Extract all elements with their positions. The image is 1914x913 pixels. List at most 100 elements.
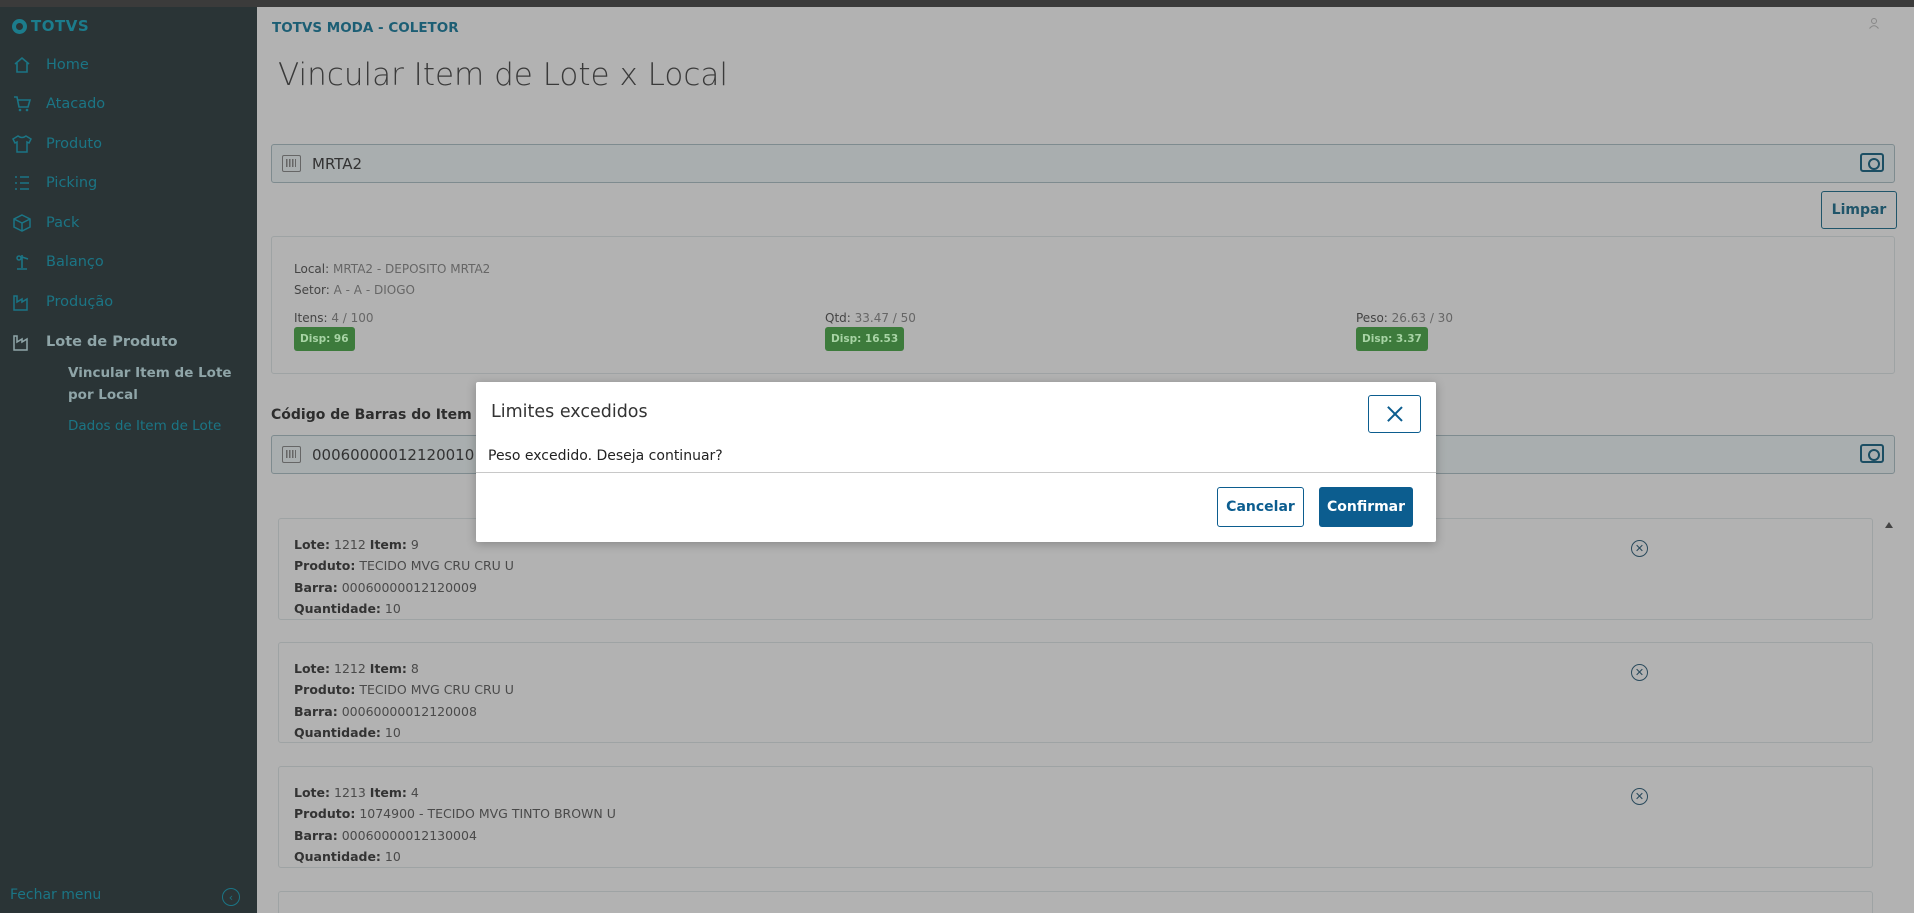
- barcode-section-label: Código de Barras do Item: [271, 407, 472, 423]
- list-item: Lote: 1213 Item: 4 Produto: 1074900 - TE…: [278, 766, 1873, 868]
- produto-key: Produto:: [294, 682, 356, 697]
- chevron-left-icon[interactable]: ‹: [222, 888, 240, 906]
- qtd-row: Qtd: 33.47 / 50: [825, 311, 916, 325]
- barcode-input-value[interactable]: 00060000012120010: [312, 446, 474, 464]
- quantidade-line: Quantidade: 10: [294, 601, 401, 616]
- barra-value: 00060000012130004: [341, 828, 477, 843]
- lote-key: Lote:: [294, 785, 331, 800]
- barra-line: Barra: 00060000012130004: [294, 828, 477, 843]
- sidebar-item-pack[interactable]: Pack: [0, 205, 257, 241]
- quantidade-key: Quantidade:: [294, 849, 381, 864]
- produto-value: TECIDO MVG CRU CRU U: [359, 682, 514, 697]
- lote-value: 1212: [334, 661, 366, 676]
- sidebar-item-balanco[interactable]: Balanço: [0, 244, 257, 280]
- lote-key: Lote:: [294, 661, 331, 676]
- item-key: Item:: [369, 785, 407, 800]
- peso-value: 26.63 / 30: [1391, 311, 1453, 325]
- remove-circle-icon[interactable]: ✕: [1631, 540, 1648, 557]
- app-title: TOTVS MODA - COLETOR: [272, 20, 459, 36]
- itens-value: 4 / 100: [331, 311, 374, 325]
- list-item: Lote: 1212 Item: 8 Produto: TECIDO MVG C…: [278, 642, 1873, 743]
- qtd-key: Qtd:: [825, 311, 851, 325]
- item-value: 4: [410, 785, 419, 800]
- barra-line: Barra: 00060000012120008: [294, 704, 477, 719]
- limits-exceeded-dialog: Limites excedidos Peso excedido. Deseja …: [476, 382, 1436, 542]
- sidebar: TOTVS Home Atacado Produto Picking Pack: [0, 7, 257, 913]
- local-key: Local:: [294, 262, 330, 276]
- sidebar-subitem-dados[interactable]: Dados de Item de Lote: [68, 415, 248, 437]
- lote-value: 1213: [334, 785, 366, 800]
- dialog-title: Limites excedidos: [491, 402, 648, 422]
- sidebar-item-lote-de-produto[interactable]: Lote de Produto: [0, 324, 257, 360]
- quantidade-value: 10: [384, 601, 401, 616]
- barra-key: Barra:: [294, 828, 338, 843]
- sidebar-subitem-vincular[interactable]: Vincular Item de Lote por Local: [68, 362, 248, 406]
- lote-line: Lote: 1212 Item: 9: [294, 537, 419, 552]
- totvs-logo-icon: [12, 18, 27, 34]
- barra-value: 00060000012120009: [341, 580, 477, 595]
- sidebar-item-home[interactable]: Home: [0, 47, 257, 83]
- lote-value: 1212: [334, 537, 366, 552]
- sidebar-item-label: Picking: [46, 175, 98, 191]
- item-value: 8: [410, 661, 419, 676]
- quantidade-key: Quantidade:: [294, 725, 381, 740]
- factory-icon: [12, 332, 32, 352]
- produto-key: Produto:: [294, 558, 356, 573]
- dialog-close-button[interactable]: [1368, 395, 1421, 433]
- box-icon: [12, 213, 32, 233]
- local-info-card: Local: MRTA2 - DEPOSITO MRTA2 Setor: A -…: [271, 236, 1895, 374]
- scrollbar[interactable]: [1884, 117, 1894, 913]
- remove-circle-icon[interactable]: ✕: [1631, 788, 1648, 805]
- cart-icon: [12, 94, 32, 114]
- remove-circle-icon[interactable]: ✕: [1631, 664, 1648, 681]
- sidebar-item-picking[interactable]: Picking: [0, 165, 257, 201]
- camera-icon[interactable]: [1860, 444, 1884, 463]
- dialog-message: Peso excedido. Deseja continuar?: [488, 448, 723, 464]
- camera-icon[interactable]: [1860, 153, 1884, 172]
- produto-line: Produto: TECIDO MVG CRU CRU U: [294, 558, 514, 573]
- qtd-value: 33.47 / 50: [854, 311, 916, 325]
- confirm-button[interactable]: Confirmar: [1319, 487, 1413, 527]
- quantidade-line: Quantidade: 10: [294, 725, 401, 740]
- cancel-button[interactable]: Cancelar: [1217, 487, 1304, 527]
- qtd-disp-badge: Disp: 16.53: [825, 327, 905, 351]
- peso-row: Peso: 26.63 / 30: [1356, 311, 1453, 325]
- item-key: Item:: [369, 537, 407, 552]
- sidebar-item-label: Atacado: [46, 96, 106, 112]
- page-title: Vincular Item de Lote x Local: [278, 57, 729, 93]
- sidebar-item-label: Home: [46, 57, 89, 73]
- shirt-icon: [12, 134, 32, 154]
- sidebar-item-label: Lote de Produto: [46, 334, 178, 350]
- lote-line: Lote: 1212 Item: 8: [294, 661, 419, 676]
- sidebar-item-atacado[interactable]: Atacado: [0, 86, 257, 122]
- user-icon[interactable]: [1868, 17, 1884, 33]
- sidebar-item-label: Produção: [46, 294, 114, 310]
- logo-text: TOTVS: [31, 17, 90, 35]
- scroll-up-arrow-icon[interactable]: [1885, 522, 1893, 528]
- totvs-logo: TOTVS: [12, 17, 89, 35]
- itens-row: Itens: 4 / 100: [294, 311, 374, 325]
- produto-value: TECIDO MVG CRU CRU U: [359, 558, 514, 573]
- local-input[interactable]: MRTA2: [271, 144, 1895, 183]
- barra-line: Barra: 00060000012120009: [294, 580, 477, 595]
- sidebar-item-producao[interactable]: Produção: [0, 284, 257, 320]
- peso-disp-badge: Disp: 3.37: [1356, 327, 1428, 351]
- local-value: MRTA2 - DEPOSITO MRTA2: [332, 262, 491, 276]
- close-icon: [1387, 406, 1403, 422]
- local-input-value[interactable]: MRTA2: [312, 155, 362, 173]
- close-menu-link[interactable]: Fechar menu: [10, 887, 101, 903]
- setor-value: A - A - DIOGO: [333, 283, 415, 297]
- itens-disp-badge: Disp: 96: [294, 327, 355, 351]
- produto-key: Produto:: [294, 806, 356, 821]
- dialog-divider: [476, 472, 1436, 473]
- quantidade-line: Quantidade: 10: [294, 849, 401, 864]
- sidebar-item-produto[interactable]: Produto: [0, 126, 257, 162]
- quantidade-value: 10: [384, 725, 401, 740]
- balance-icon: [12, 252, 32, 272]
- item-key: Item:: [369, 661, 407, 676]
- factory-icon: [12, 292, 32, 312]
- window-top-strip: [0, 0, 1914, 7]
- peso-key: Peso:: [1356, 311, 1388, 325]
- produto-line: Produto: TECIDO MVG CRU CRU U: [294, 682, 514, 697]
- itens-key: Itens:: [294, 311, 328, 325]
